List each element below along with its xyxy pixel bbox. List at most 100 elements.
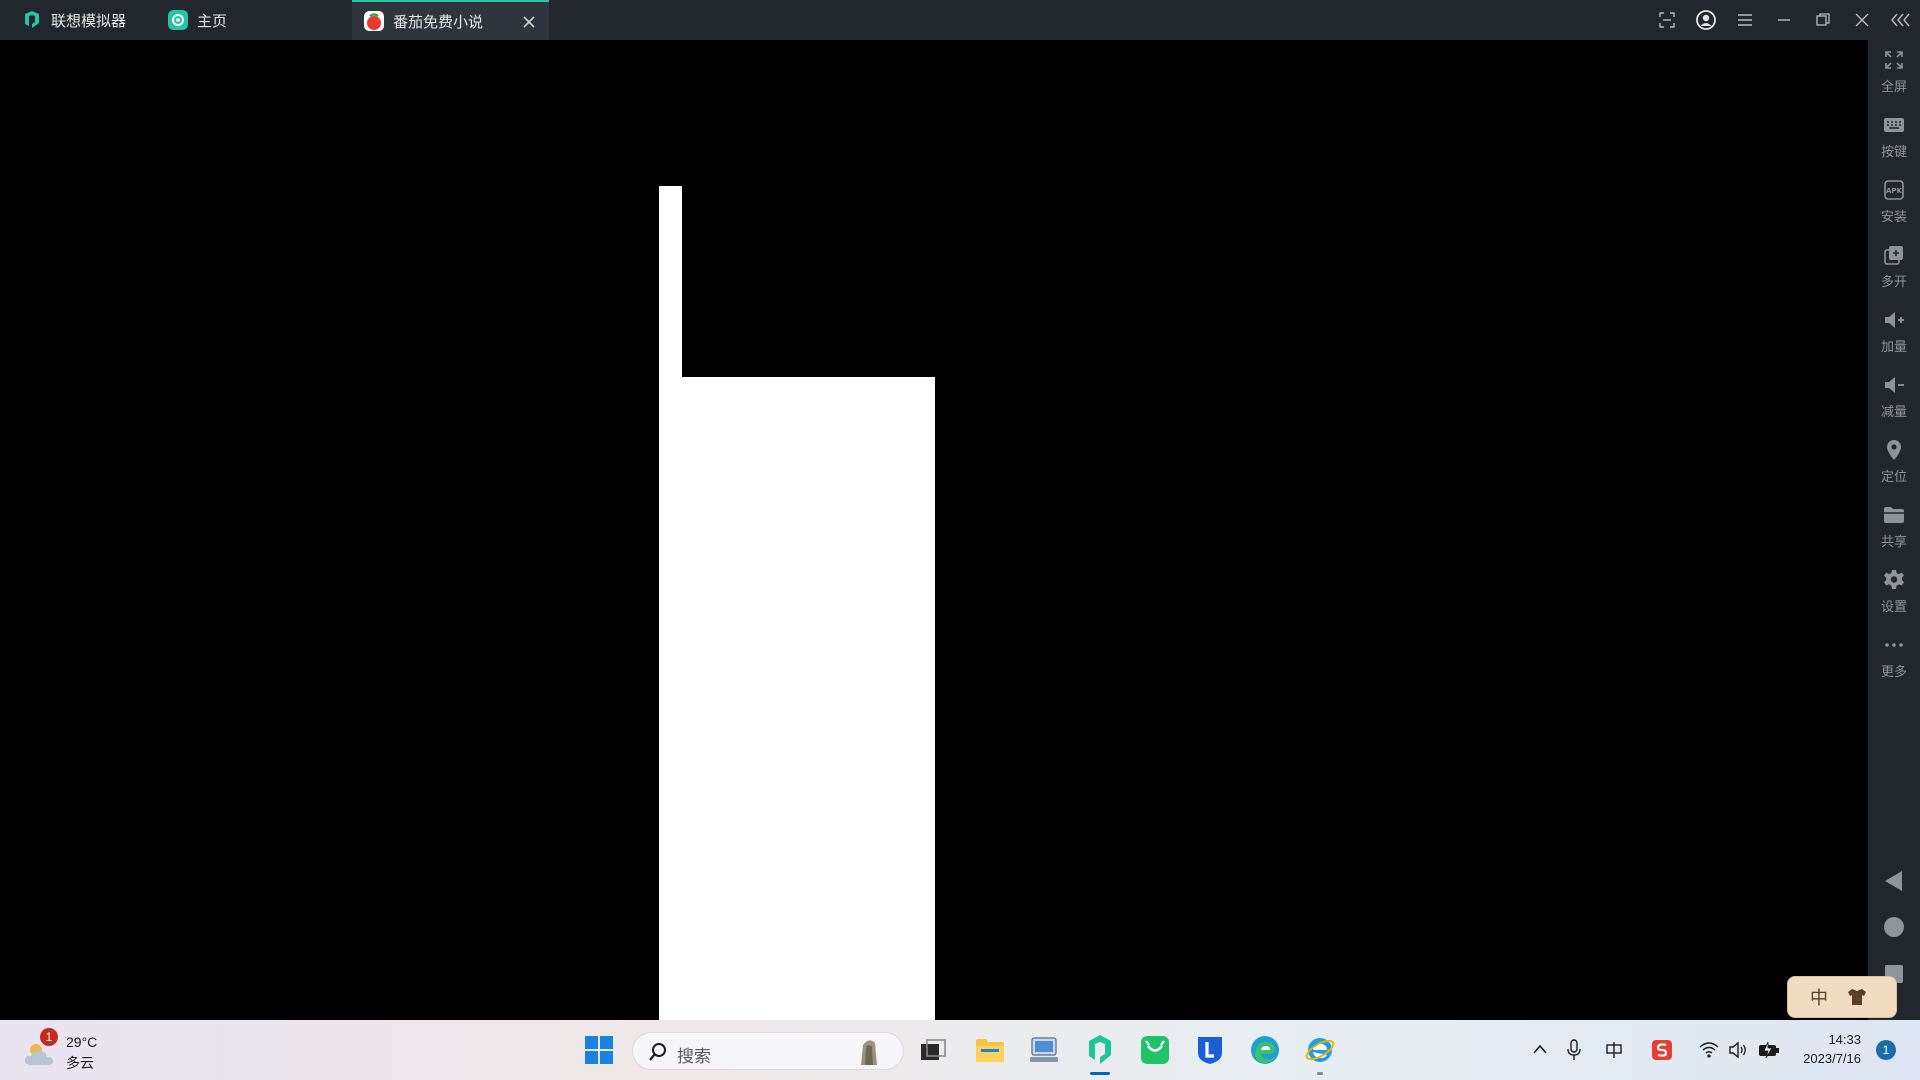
wifi-icon (1699, 1042, 1719, 1058)
sidebar-item-label: 加量 (1880, 339, 1907, 354)
screenshot-button[interactable] (1647, 0, 1686, 40)
sidebar-item-settings[interactable]: 设置 (1868, 562, 1920, 622)
ie-browser-icon (1305, 1038, 1335, 1062)
clock-date: 2023/7/16 (1803, 1051, 1861, 1066)
tab-home[interactable]: 主页 (168, 0, 348, 40)
search-placeholder: 搜索 (677, 1047, 711, 1066)
menu-button[interactable] (1725, 0, 1764, 40)
sidebar-item-label: 安装 (1880, 209, 1907, 224)
keyboard-icon (1884, 118, 1904, 132)
taskbar-ie-browser[interactable] (1302, 1032, 1338, 1068)
tab-novel-label: 番茄免费小说 (393, 13, 484, 31)
tab-fanqie-novel[interactable]: 番茄免费小说 (352, 0, 549, 40)
taskbar-search-box[interactable]: 搜索 (632, 1032, 904, 1070)
window-controls (1647, 0, 1920, 40)
sogou-ime-tray[interactable] (1650, 1038, 1674, 1062)
taskbar-shopping-app[interactable] (1137, 1032, 1173, 1068)
sidebar-item-label: 共享 (1880, 534, 1907, 549)
sidebar-item-multi-instance[interactable]: 多开 (1868, 237, 1920, 297)
sidebar-item-label: 多开 (1880, 274, 1907, 289)
volume-down-icon (1885, 377, 1904, 393)
battery-tray[interactable] (1757, 1038, 1781, 1062)
file-explorer-folder-icon (976, 1039, 1004, 1062)
sidebar-item-keymap[interactable]: 按键 (1868, 107, 1920, 167)
hamburger-menu-icon (1737, 14, 1752, 26)
sidebar-item-volume-up[interactable]: 加量 (1868, 302, 1920, 362)
chevrons-left-icon (1890, 13, 1910, 27)
emulator-sidebar: 全屏 按键 APK 安装 多开 加量 减量 定位 共享 设置 更多 (1868, 40, 1920, 1020)
microphone-icon (1567, 1039, 1581, 1060)
show-hidden-icons-button[interactable] (1528, 1038, 1552, 1062)
close-icon (1855, 13, 1868, 27)
sidebar-item-location[interactable]: 定位 (1868, 432, 1920, 492)
fanqie-novel-app-icon (364, 11, 384, 31)
battery-charging-icon (1759, 1041, 1779, 1059)
gear-icon (1884, 570, 1904, 589)
notification-badge[interactable]: 1 (1876, 1040, 1896, 1060)
restore-window-icon (1815, 13, 1830, 26)
weather-widget[interactable]: 1 29°C 多云 (20, 1028, 110, 1072)
sogou-s-icon (1652, 1040, 1672, 1060)
active-app-indicator (1090, 1072, 1110, 1075)
sidebar-item-volume-down[interactable]: 减量 (1868, 367, 1920, 427)
multi-instance-icon (1884, 246, 1903, 265)
ime-toolbar[interactable]: 中 (1787, 976, 1897, 1018)
input-method-tray[interactable] (1602, 1038, 1626, 1062)
screenshot-icon (1658, 12, 1675, 28)
sidebar-item-install-apk[interactable]: APK 安装 (1868, 172, 1920, 232)
minimize-icon (1777, 19, 1790, 21)
sidebar-item-label: 按键 (1880, 144, 1907, 159)
emulator-titlebar: 联想模拟器 主页 番茄免费小说 (0, 0, 1920, 40)
clock-time: 14:33 (1828, 1032, 1861, 1047)
collapse-sidebar-button[interactable] (1881, 0, 1920, 40)
emulator-screen[interactable] (0, 40, 1868, 1020)
user-avatar-icon (1695, 10, 1716, 30)
svg-text:APK: APK (1886, 187, 1903, 195)
microphone-tray[interactable] (1562, 1038, 1586, 1062)
shopping-bag-app-icon (1141, 1036, 1169, 1064)
search-highlight-image-icon (861, 1040, 877, 1065)
volume-up-icon (1885, 312, 1904, 328)
back-icon[interactable] (1882, 869, 1906, 893)
windows-taskbar: 1 29°C 多云 搜索 14:33 2023/7/16 1 (0, 1020, 1920, 1080)
app-name-label: 联想模拟器 (51, 12, 127, 30)
sidebar-item-fullscreen[interactable]: 全屏 (1868, 42, 1920, 102)
taskbar-file-explorer[interactable] (972, 1032, 1008, 1068)
apk-install-icon: APK (1884, 180, 1904, 200)
loading-white-strip (659, 186, 682, 380)
account-button[interactable] (1686, 0, 1725, 40)
remote-computer-icon (1030, 1037, 1058, 1062)
taskbar-lenovo-emulator[interactable] (1082, 1032, 1118, 1068)
sidebar-item-more[interactable]: 更多 (1868, 627, 1920, 687)
taskbar-clock[interactable]: 14:33 2023/7/16 (1795, 1030, 1861, 1068)
ime-language-toggle[interactable]: 中 (1810, 984, 1828, 1010)
minimize-button[interactable] (1764, 0, 1803, 40)
volume-tray[interactable] (1726, 1038, 1750, 1062)
wifi-tray[interactable] (1697, 1038, 1721, 1062)
sidebar-item-share-folder[interactable]: 共享 (1868, 497, 1920, 557)
ime-skin-shirt-icon[interactable] (1846, 987, 1868, 1007)
speaker-icon (1729, 1041, 1746, 1059)
close-tab-icon[interactable] (519, 12, 539, 32)
more-icon (1885, 643, 1903, 647)
weather-condition: 多云 (66, 1055, 94, 1071)
location-pin-icon (1887, 440, 1901, 460)
taskbar-remote-desktop[interactable] (1026, 1032, 1062, 1068)
sidebar-item-label: 全屏 (1880, 79, 1907, 94)
ime-chinese-icon (1606, 1042, 1622, 1058)
close-window-button[interactable] (1842, 0, 1881, 40)
lenovo-emulator-logo-icon (25, 11, 39, 28)
taskbar-lenovo-app[interactable] (1192, 1032, 1228, 1068)
lenovo-l-app-icon (1198, 1037, 1222, 1064)
windows-logo-icon (585, 1036, 613, 1064)
lenovo-emulator-app-icon (1089, 1035, 1111, 1064)
taskbar-task-view[interactable] (915, 1032, 951, 1068)
restore-button[interactable] (1803, 0, 1842, 40)
start-button[interactable] (581, 1032, 617, 1068)
fullscreen-icon (1885, 51, 1903, 69)
weather-temperature: 29°C (66, 1034, 98, 1050)
taskbar-edge-browser[interactable] (1247, 1032, 1283, 1068)
sidebar-item-label: 更多 (1880, 664, 1907, 679)
home-icon[interactable] (1882, 915, 1906, 939)
loading-white-panel (659, 377, 935, 1020)
